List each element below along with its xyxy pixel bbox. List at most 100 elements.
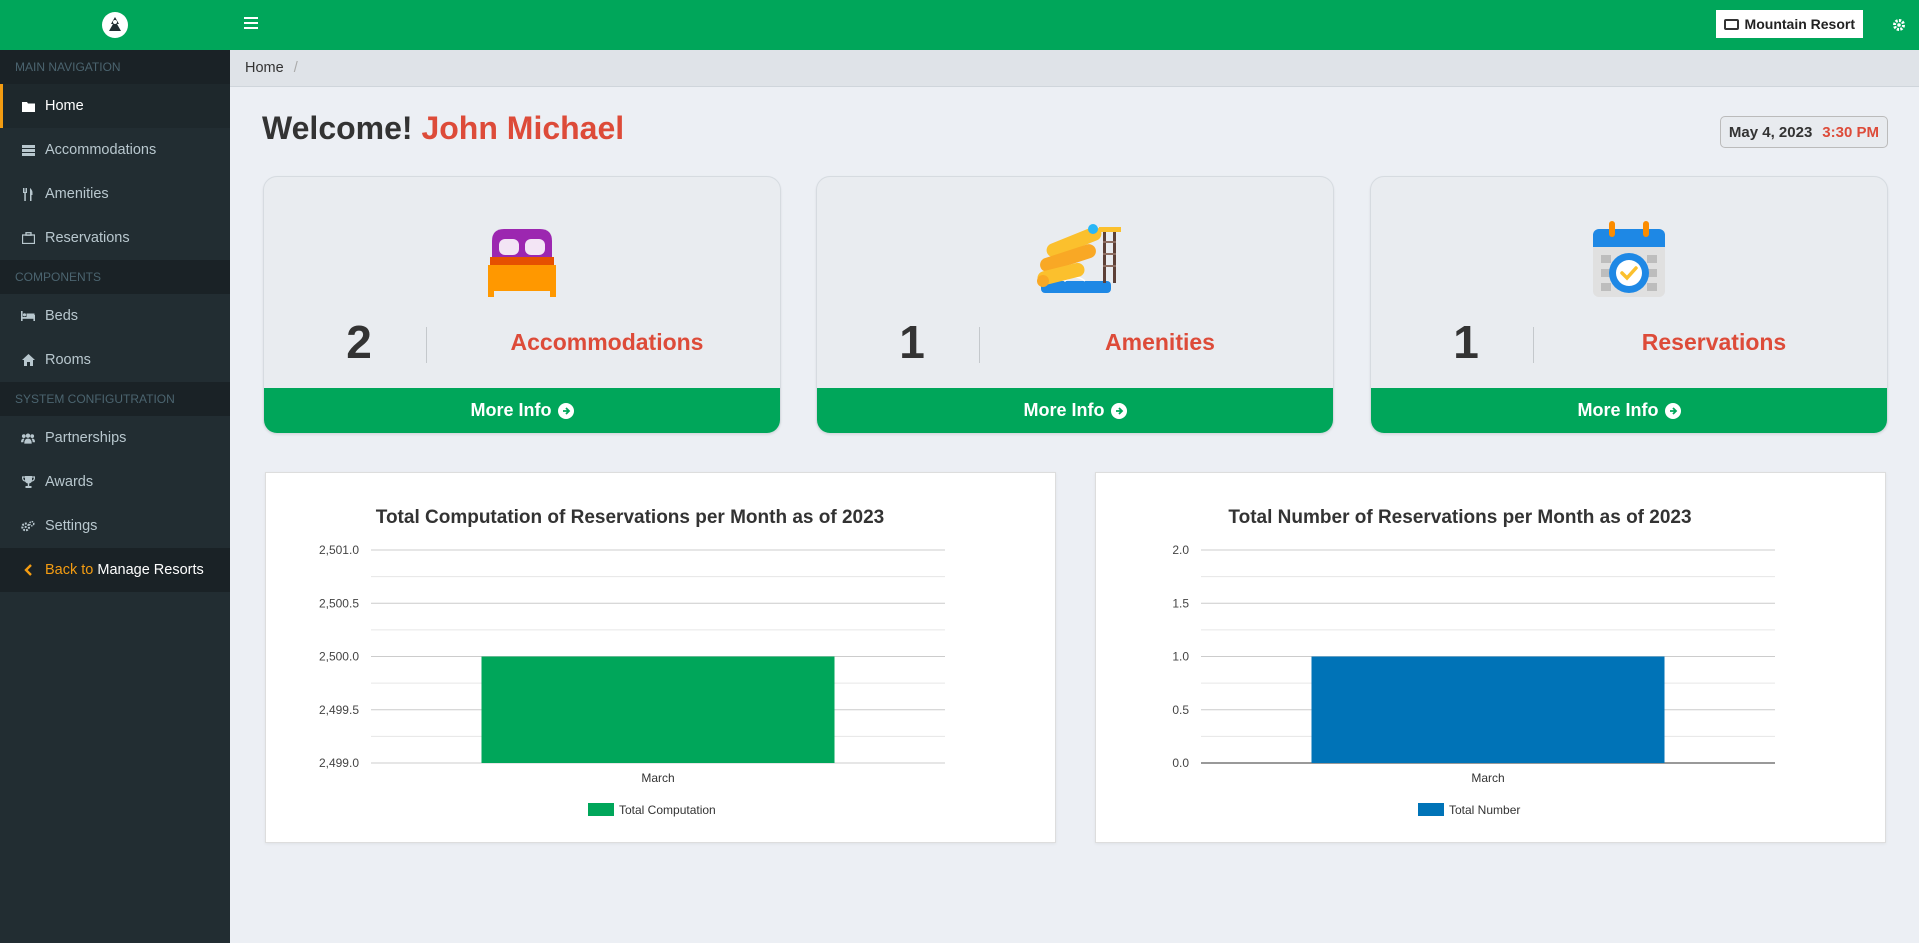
sidebar-item-label: Beds [45, 308, 79, 324]
sidebar-item-partnerships[interactable]: Partnerships [0, 416, 230, 460]
sidebar-item-back[interactable]: Back to Manage Resorts [0, 548, 230, 592]
breadcrumb-home[interactable]: Home [245, 60, 284, 76]
back-prefix: Back to [45, 562, 94, 578]
top-navbar: Mountain Resort [230, 0, 1919, 50]
sidebar-item-beds[interactable]: Beds [0, 294, 230, 338]
sidebar-item-label: Awards [45, 474, 94, 490]
reservations-more-info-button[interactable]: More Info [1371, 388, 1887, 433]
y-tick-label: 0.5 [1172, 703, 1189, 717]
arrow-circle-right-icon [1664, 402, 1681, 419]
sidebar-item-rooms[interactable]: Rooms [0, 338, 230, 382]
sidebar-toggle-icon[interactable] [244, 17, 258, 29]
bed-icon [264, 211, 780, 301]
y-tick-label: 2,500.0 [319, 650, 359, 664]
accommodations-count: 2 [346, 316, 372, 368]
amenities-more-info-button[interactable]: More Info [817, 388, 1333, 433]
back-label: Manage Resorts [97, 562, 204, 578]
welcome-user-name: John Michael [421, 110, 625, 146]
y-tick-label: 2,499.5 [319, 703, 359, 717]
welcome-greeting: Welcome! [262, 110, 413, 146]
current-time: 3:30 PM [1822, 123, 1879, 141]
amenities-count: 1 [899, 316, 925, 368]
sidebar-item-settings[interactable]: Settings [0, 504, 230, 548]
card-divider [1533, 327, 1534, 363]
y-tick-label: 2,501.0 [319, 543, 359, 557]
legend-label: Total Number [1449, 803, 1520, 817]
chart-title: Total Number of Reservations per Month a… [1228, 507, 1691, 528]
sidebar-item-amenities[interactable]: Amenities [0, 172, 230, 216]
sidebar-item-label: Rooms [45, 352, 91, 368]
nav-header-system: SYSTEM CONFIGUTRATION [0, 382, 230, 416]
legend-label: Total Computation [619, 803, 716, 817]
trophy-icon [21, 475, 35, 489]
reservations-count: 1 [1453, 316, 1479, 368]
legend-swatch [588, 803, 614, 816]
y-tick-label: 0.0 [1172, 756, 1189, 770]
arrow-circle-right-icon [1110, 402, 1127, 419]
chart-title: Total Computation of Reservations per Mo… [376, 507, 885, 528]
reservations-card: 1 Reservations More Info [1370, 176, 1888, 434]
sidebar-item-accommodations[interactable]: Accommodations [0, 128, 230, 172]
card-divider [979, 327, 980, 363]
utensils-icon [21, 187, 35, 201]
x-tick-label: March [641, 771, 674, 785]
logo-icon[interactable] [102, 12, 128, 38]
welcome-heading: Welcome! John Michael [262, 110, 624, 147]
number-bar-chart: Total Number of Reservations per Month a… [1172, 507, 1775, 817]
briefcase-icon [21, 231, 35, 245]
chevron-left-icon [21, 563, 35, 577]
sidebar-item-home[interactable]: Home [0, 84, 230, 128]
resort-label: Mountain Resort [1744, 16, 1855, 32]
computation-bar-chart: Total Computation of Reservations per Mo… [319, 507, 945, 817]
sidebar-item-reservations[interactable]: Reservations [0, 216, 230, 260]
y-tick-label: 1.0 [1172, 650, 1189, 664]
sidebar-item-awards[interactable]: Awards [0, 460, 230, 504]
accommodations-label: Accommodations [510, 329, 704, 355]
water-slide-icon [817, 211, 1333, 301]
bar-march [481, 656, 835, 763]
nav-header-main: MAIN NAVIGATION [0, 50, 230, 84]
accommodations-more-info-button[interactable]: More Info [264, 388, 780, 433]
gear-icon[interactable] [1889, 15, 1909, 35]
accommodations-card: 2 Accommodations More Info [263, 176, 781, 434]
bed-icon [21, 309, 35, 323]
x-tick-label: March [1471, 771, 1504, 785]
bar-march [1311, 656, 1665, 763]
computation-chart-panel: Total Computation of Reservations per Mo… [265, 472, 1056, 843]
y-tick-label: 1.5 [1172, 596, 1189, 610]
amenities-card: 1 Amenities More Info [816, 176, 1334, 434]
sidebar-item-label: Amenities [45, 186, 109, 202]
more-info-label: More Info [1023, 400, 1105, 420]
y-tick-label: 2.0 [1172, 543, 1189, 557]
sidebar-item-label: Partnerships [45, 430, 127, 446]
card-divider [426, 327, 427, 363]
calendar-check-icon [1371, 211, 1887, 301]
more-info-label: More Info [470, 400, 552, 420]
y-tick-label: 2,500.5 [319, 596, 359, 610]
sidebar-item-label: Settings [45, 518, 98, 534]
more-info-label: More Info [1577, 400, 1659, 420]
current-date: May 4, 2023 [1728, 123, 1813, 141]
datetime-badge: May 4, 2023 3:30 PM [1719, 116, 1888, 148]
users-icon [21, 431, 35, 445]
list-icon [21, 143, 35, 157]
sidebar-item-label: Accommodations [45, 142, 157, 158]
logo-bar [0, 0, 230, 50]
sidebar-item-label: Home [45, 98, 84, 114]
sidebar: MAIN NAVIGATION Home Accommodations Amen… [0, 0, 230, 943]
resort-selector-button[interactable]: Mountain Resort [1715, 10, 1863, 38]
monitor-icon [1723, 18, 1739, 30]
amenities-label: Amenities [1105, 329, 1215, 355]
arrow-circle-right-icon [557, 402, 574, 419]
home-icon [21, 353, 35, 367]
reservations-label: Reservations [1641, 329, 1787, 355]
nav-header-components: COMPONENTS [0, 260, 230, 294]
breadcrumb: Home / [230, 50, 1919, 87]
breadcrumb-separator: / [293, 60, 298, 76]
cogs-icon [21, 519, 35, 533]
y-tick-label: 2,499.0 [319, 756, 359, 770]
folder-icon [21, 99, 35, 113]
sidebar-item-label: Reservations [45, 230, 130, 246]
legend-swatch [1418, 803, 1444, 816]
number-chart-panel: Total Number of Reservations per Month a… [1095, 472, 1886, 843]
